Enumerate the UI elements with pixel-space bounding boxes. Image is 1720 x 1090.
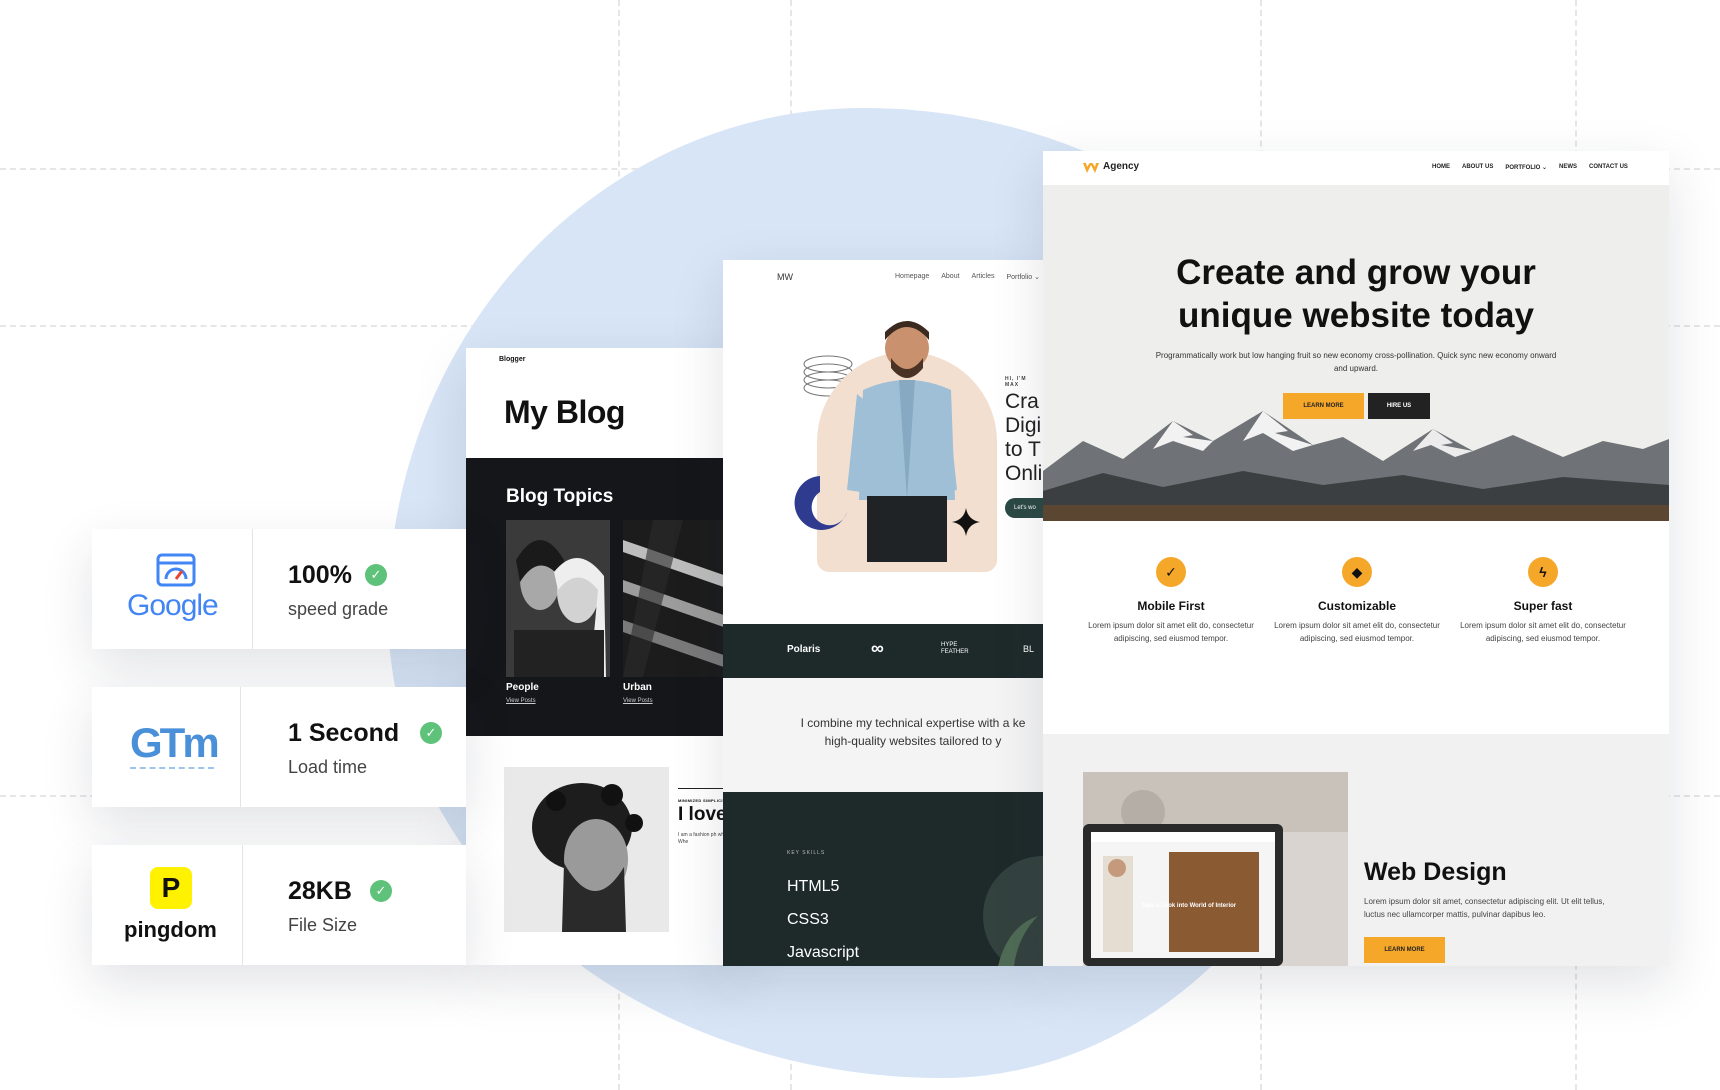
client-logos-bar: Polaris ∞ HYPE FEATHER BL [723,624,1043,678]
nav-news[interactable]: NEWS [1559,164,1577,171]
intro-section: I combine my technical expertise with a … [723,678,1043,792]
check-icon: ✓ [365,564,387,586]
hero-cta-button[interactable]: Let's wo [1005,498,1043,518]
post-title: I love [678,804,727,825]
stat-divider [240,687,241,807]
post-kicker: MINIMIZED SIMPLICITY [678,798,729,803]
agency-template-preview[interactable]: Agency HOME ABOUT US PORTFOLIO ⌄ NEWS CO… [1043,151,1669,966]
stat-card-gtmetrix: GTm 1 Second ✓ Load time [92,687,466,807]
topic-link-people[interactable]: View Posts [506,698,536,704]
feature-title: Mobile First [1137,599,1205,613]
diamond-icon: ◆ [1342,557,1372,587]
blog-title: My Blog [504,394,625,430]
topic-label-people: People [506,682,539,693]
feature-title: Super fast [1513,599,1573,613]
gtmetrix-logo-rule [130,767,214,773]
skill-html5: HTML5 [787,878,840,895]
stat-divider [252,529,253,649]
skills-section: KEY SKILLS HTML5 CSS3 Javascript [723,792,1043,966]
laptop-photo: Take a Look into World of Interior [1083,772,1348,966]
nav-portfolio[interactable]: Portfolio ⌄ [1007,273,1041,281]
check-icon: ✓ [1156,557,1186,587]
feature-mobile-first: ✓ Mobile First Lorem ipsum dolor sit ame… [1086,557,1256,645]
topic-link-urban[interactable]: View Posts [623,698,653,704]
stat-label: speed grade [288,599,389,619]
client-logo-infinity: ∞ [871,638,884,658]
client-logo-hype-feather: HYPE FEATHER [941,642,969,655]
stat-card-google: Google 100% ✓ speed grade [92,529,466,649]
feature-desc: Lorem ipsum dolor sit amet elit do, cons… [1274,621,1440,643]
stat-label: File Size [288,915,358,935]
hero-headline: Cra Digi to T Onli [1005,390,1043,485]
check-icon: ✓ [420,722,442,744]
nav-articles[interactable]: Articles [972,273,995,281]
stat-value: 28KB [288,877,352,905]
post-photo-portrait[interactable] [504,767,669,932]
crescent-decoration-icon [794,476,847,530]
stat-label: Load time [288,757,368,777]
agency-hero: Create and grow your unique website today… [1043,185,1669,521]
mountains-image [1043,411,1669,521]
service-learn-more-button[interactable]: LEARN MORE [1364,937,1445,963]
service-section: Take a Look into World of Interior [1043,734,1669,966]
nav-home[interactable]: HOME [1432,164,1450,171]
hero-person-photo [847,321,957,562]
stat-value: 100% [288,561,352,589]
pingdom-icon: P [150,867,192,909]
blog-topics-title: Blog Topics [506,486,614,507]
hero-subtitle: Programmatically work but low hanging fr… [1155,351,1557,373]
topic-photo-urban[interactable] [623,520,738,677]
client-logo-polaris: Polaris [787,644,821,655]
sparkle-icon [952,508,980,536]
feature-title: Customizable [1317,599,1396,613]
blog-post-section: MINIMIZED SIMPLICITY I love I am a fashi… [466,736,738,965]
nav-about[interactable]: About [941,273,959,281]
hero-greeting: HI, I'M MAX [1005,376,1027,388]
feature-super-fast: ϟ Super fast Lorem ipsum dolor sit amet … [1458,557,1628,645]
skill-css3: CSS3 [787,911,829,928]
feature-customizable: ◆ Customizable Lorem ipsum dolor sit ame… [1272,557,1442,645]
skill-javascript: Javascript [787,944,860,961]
topic-photo-people[interactable] [506,520,610,677]
agency-logo-icon [1083,163,1099,173]
portfolio-logo[interactable]: MW [777,272,793,282]
topic-label-urban: Urban [623,682,652,693]
stat-divider [242,845,243,965]
service-desc: Lorem ipsum dolor sit amet, consectetur … [1364,897,1605,919]
agency-header: Agency HOME ABOUT US PORTFOLIO ⌄ NEWS CO… [1043,151,1669,185]
feature-desc: Lorem ipsum dolor sit amet elit do, cons… [1088,621,1254,643]
nav-homepage[interactable]: Homepage [895,273,929,281]
gtmetrix-logo: GTm [130,719,220,766]
agency-nav: HOME ABOUT US PORTFOLIO ⌄ NEWS CONTACT U… [1432,164,1628,171]
check-icon: ✓ [370,880,392,902]
agency-logo[interactable]: Agency [1103,161,1139,172]
service-title: Web Design [1364,858,1507,886]
blog-topics-section: Blog Topics People View Posts Urban View… [466,458,738,736]
plant-decoration-icon [983,856,1043,966]
skills-label: KEY SKILLS [787,850,826,856]
lightning-icon: ϟ [1528,557,1558,587]
nav-portfolio[interactable]: PORTFOLIO ⌄ [1505,164,1547,171]
hero-title: Create and grow your unique website today [1176,253,1536,335]
nav-about-us[interactable]: ABOUT US [1462,164,1493,171]
blog-template-preview[interactable]: Blogger My Blog Blog Topics People View … [466,348,738,965]
feature-desc: Lorem ipsum dolor sit amet elit do, cons… [1460,621,1626,643]
stat-card-pingdom: P pingdom 28KB ✓ File Size [92,845,466,965]
blog-brand: Blogger [499,356,526,363]
pingdom-logo: pingdom [124,917,217,942]
google-logo: Google [127,589,219,622]
stat-value: 1 Second [288,719,400,747]
client-logo-bl: BL [1023,644,1035,654]
google-pagespeed-icon [156,553,196,587]
intro-text: I combine my technical expertise with a … [800,716,1026,748]
laptop-screen-text: Take a Look into World of Interior [1141,903,1237,909]
portfolio-nav: Homepage About Articles Portfolio ⌄ [895,273,1040,281]
portfolio-template-preview[interactable]: MW Homepage About Articles Portfolio ⌄ H… [723,260,1043,966]
nav-contact-us[interactable]: CONTACT US [1589,164,1628,171]
